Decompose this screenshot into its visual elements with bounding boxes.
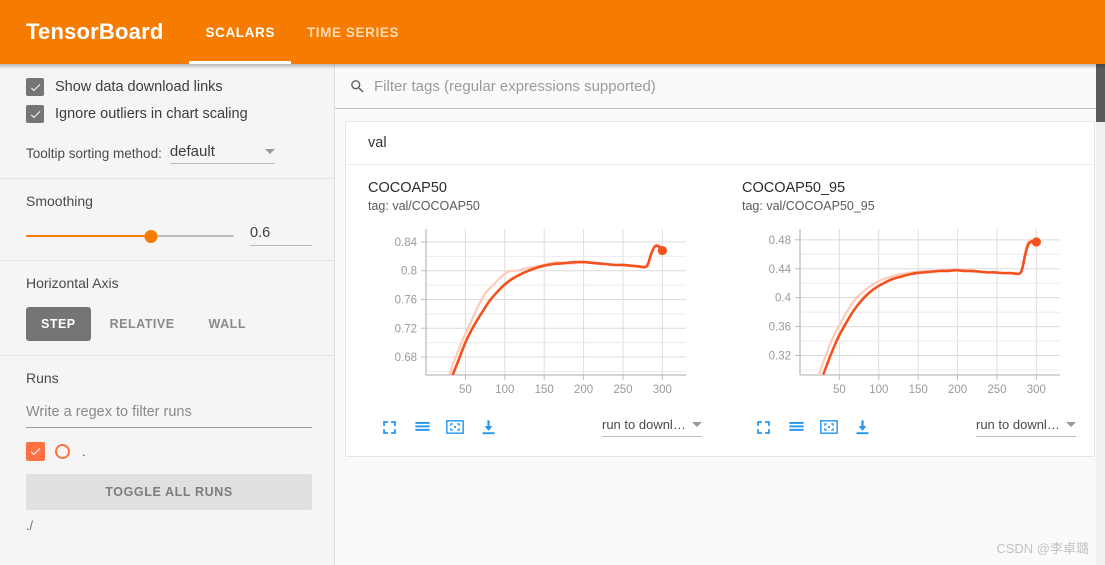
runs-title: Runs <box>26 370 59 386</box>
run-to-download-label: run to downl… <box>976 417 1060 433</box>
chart-card-cocoap50-95: COCOAP50_95 tag: val/COCOAP50_95 0.32 0.3… <box>720 179 1094 440</box>
fullscreen-icon[interactable] <box>750 414 776 440</box>
run-list-item[interactable]: . <box>26 442 312 461</box>
svg-text:0.68: 0.68 <box>395 352 417 364</box>
charts-grid: COCOAP50 tag: val/COCOAP50 0.68 0.72 0.76 0… <box>346 165 1094 456</box>
run-checkbox-checked-icon[interactable] <box>26 442 45 461</box>
chart-tag: tag: val/COCOAP50_95 <box>742 199 875 214</box>
main-content: val COCOAP50 tag: val/COCOAP50 0.680.720… <box>335 64 1105 565</box>
chevron-down-icon <box>1066 422 1076 428</box>
runs-section: Runs . TOGGLE ALL RUNS ./ <box>0 355 334 547</box>
slider-fill <box>26 234 151 237</box>
run-to-download-select[interactable]: run to downl… <box>976 417 1076 438</box>
chart-toolbar: run to downl… <box>368 414 708 440</box>
svg-text:250: 250 <box>613 384 632 396</box>
smoothing-row: 0.6 <box>26 225 312 246</box>
tooltip-sorting-label: Tooltip sorting method: <box>26 146 162 161</box>
general-settings-section: Show data download links Ignore outliers… <box>0 64 334 178</box>
svg-text:50: 50 <box>833 384 846 396</box>
svg-text:250: 250 <box>987 384 1006 396</box>
svg-text:200: 200 <box>574 384 593 396</box>
download-icon[interactable] <box>475 414 501 440</box>
svg-text:150: 150 <box>535 384 554 396</box>
checkbox-checked-icon[interactable] <box>26 105 44 123</box>
tooltip-sorting-select[interactable]: default <box>169 143 275 164</box>
tag-group-header[interactable]: val <box>346 122 1094 165</box>
smoothing-title: Smoothing <box>26 193 93 209</box>
svg-text:0.76: 0.76 <box>395 295 417 307</box>
chart-toolbar: run to downl… <box>742 414 1082 440</box>
toggle-all-runs-button[interactable]: TOGGLE ALL RUNS <box>26 474 312 510</box>
run-color-circle-icon <box>55 444 70 459</box>
fit-domain-icon[interactable] <box>816 414 842 440</box>
tooltip-sorting-value: default <box>169 143 215 160</box>
svg-text:100: 100 <box>495 384 514 396</box>
run-name-label: . <box>82 444 86 459</box>
ignore-outliers-row[interactable]: Ignore outliers in chart scaling <box>26 105 312 123</box>
chevron-down-icon <box>264 149 275 154</box>
svg-text:0.32: 0.32 <box>769 351 791 363</box>
charts-scroll-area: val COCOAP50 tag: val/COCOAP50 0.68 0.72 0… <box>335 109 1105 565</box>
svg-text:150: 150 <box>909 384 928 396</box>
checkbox-checked-icon[interactable] <box>26 78 44 96</box>
chart-plot-area[interactable]: 0.32 0.36 0.4 0.44 0.48 50 100 150 200 250 300 <box>742 223 1082 408</box>
svg-text:0.48: 0.48 <box>769 235 791 247</box>
chart-title: COCOAP50 <box>368 180 447 196</box>
chart-title: COCOAP50_95 <box>742 180 846 196</box>
ignore-outliers-label: Ignore outliers in chart scaling <box>55 106 248 122</box>
svg-text:50: 50 <box>459 384 472 396</box>
tab-time-series[interactable]: TIME SERIES <box>291 0 415 64</box>
scrollbar-thumb[interactable] <box>1096 64 1105 122</box>
horizontal-axis-section: Horizontal Axis STEP RELATIVE WALL <box>0 260 334 355</box>
chart-tag: tag: val/COCOAP50 <box>368 199 480 214</box>
chart-plot-area[interactable]: 0.68 0.72 0.76 0.8 0.84 50 100 150 200 250 300 <box>368 223 708 408</box>
tag-group-card: val COCOAP50 tag: val/COCOAP50 0.68 0.72 0… <box>345 121 1095 458</box>
svg-text:300: 300 <box>653 384 672 396</box>
tab-scalars[interactable]: SCALARS <box>189 0 292 64</box>
horizontal-axis-options: STEP RELATIVE WALL <box>26 307 312 341</box>
download-icon[interactable] <box>849 414 875 440</box>
vertical-scrollbar[interactable] <box>1096 64 1105 565</box>
svg-text:200: 200 <box>948 384 967 396</box>
tag-filter-bar <box>335 64 1105 109</box>
run-path-label: ./ <box>26 519 33 533</box>
axis-option-wall[interactable]: WALL <box>194 307 261 341</box>
fit-domain-icon[interactable] <box>442 414 468 440</box>
svg-text:0.8: 0.8 <box>401 266 417 278</box>
svg-text:0.44: 0.44 <box>769 264 792 276</box>
runs-filter-input[interactable] <box>26 402 312 428</box>
run-to-download-select[interactable]: run to downl… <box>602 417 702 438</box>
svg-text:300: 300 <box>1027 384 1046 396</box>
nav-tabs: SCALARS TIME SERIES <box>189 0 415 64</box>
chart-card-cocoap50: COCOAP50 tag: val/COCOAP50 0.68 0.72 0.76 0… <box>346 179 720 440</box>
svg-text:0.4: 0.4 <box>775 293 792 305</box>
line-chart-svg: 0.68 0.72 0.76 0.8 0.84 50 100 150 200 250 300 <box>395 229 686 396</box>
settings-sidebar: Show data download links Ignore outliers… <box>0 64 335 565</box>
axis-option-relative[interactable]: RELATIVE <box>95 307 190 341</box>
chevron-down-icon <box>692 422 702 428</box>
app-header: TensorBoard SCALARS TIME SERIES <box>0 0 1105 64</box>
app-body: Show data download links Ignore outliers… <box>0 64 1105 565</box>
smoothing-slider[interactable] <box>26 227 234 245</box>
svg-text:0.36: 0.36 <box>769 322 791 334</box>
show-download-links-row[interactable]: Show data download links <box>26 78 312 96</box>
svg-text:0.72: 0.72 <box>395 323 417 335</box>
search-icon <box>349 78 366 95</box>
smoothing-section: Smoothing 0.6 <box>0 178 334 260</box>
smoothing-value-input[interactable]: 0.6 <box>250 225 312 246</box>
tooltip-sorting-row: Tooltip sorting method: default <box>26 143 312 164</box>
svg-text:100: 100 <box>869 384 888 396</box>
line-chart-svg: 0.32 0.36 0.4 0.44 0.48 50 100 150 200 250 300 <box>769 229 1060 396</box>
svg-text:0.84: 0.84 <box>395 237 418 249</box>
app-title: TensorBoard <box>26 19 164 44</box>
show-download-links-label: Show data download links <box>55 79 223 95</box>
data-series-icon[interactable] <box>409 414 435 440</box>
horizontal-axis-title: Horizontal Axis <box>26 275 119 291</box>
data-series-icon[interactable] <box>783 414 809 440</box>
slider-thumb[interactable] <box>144 229 158 243</box>
search-input[interactable] <box>374 77 1093 95</box>
fullscreen-icon[interactable] <box>376 414 402 440</box>
run-to-download-label: run to downl… <box>602 417 686 433</box>
axis-option-step[interactable]: STEP <box>26 307 91 341</box>
